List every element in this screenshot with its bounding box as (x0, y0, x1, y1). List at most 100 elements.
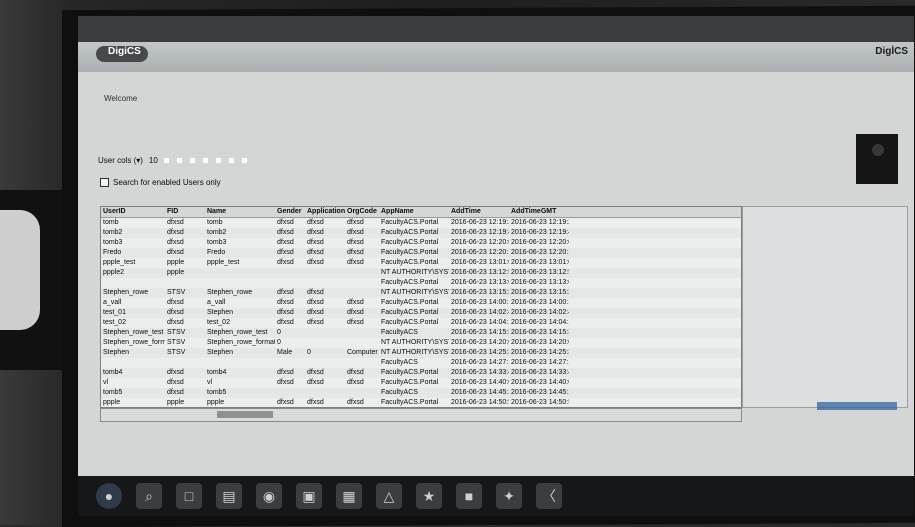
table-row[interactable]: tomb dfxsd tomb dfxsd dfxsd dfxsd FacultyACS.P… (101, 218, 741, 228)
grid-footer (100, 408, 742, 422)
table-cell: dfxsd (167, 309, 184, 316)
column-header[interactable]: OrgCode (345, 207, 379, 217)
search-icon[interactable]: ⌕ (136, 483, 162, 509)
column-header[interactable]: Gender (275, 207, 305, 217)
table-cell: 2016-06-23 12:19:29 (511, 219, 569, 226)
app-icon-7[interactable]: 〈 (536, 483, 562, 509)
table-cell (345, 338, 379, 348)
table-row[interactable]: a_vall dfxsd a_vall dfxsd dfxsd dfxsd FacultyA… (101, 298, 741, 308)
column-header[interactable]: AddTimeGMT (509, 207, 569, 217)
app-icon-4[interactable]: ★ (416, 483, 442, 509)
table-cell: dfxsd (167, 249, 184, 256)
table-cell: dfxsd (277, 219, 294, 226)
table-cell: 2016-06-23 12:19:29 (451, 219, 509, 226)
table-row[interactable]: tomb3 dfxsd tomb3 dfxsd dfxsd dfxsd FacultyACS… (101, 238, 741, 248)
table-cell (345, 328, 379, 338)
table-row[interactable]: Stephen_rowe_formatSTSVStephen_rowe_form… (101, 338, 741, 348)
table-row[interactable]: FacultyACS 2016-06-23 14:27:102016-06-23 … (101, 358, 741, 368)
table-cell (305, 268, 345, 278)
table-cell: dfxsd (347, 219, 364, 226)
table-cell: dfxsd (277, 369, 294, 376)
table-cell: dfxsd (307, 229, 324, 236)
filter-value[interactable]: 10 (149, 156, 158, 165)
browser-icon[interactable]: ◉ (256, 483, 282, 509)
table-cell: dfxsd (347, 379, 364, 386)
table-cell: dfxsd (277, 309, 294, 316)
table-cell: 2016-06-23 14:45:19 (451, 389, 509, 396)
app-icon-2[interactable]: ▦ (336, 483, 362, 509)
column-header[interactable]: AddTime (449, 207, 509, 217)
table-cell: dfxsd (277, 399, 294, 406)
table-cell: 0 (277, 329, 281, 336)
table-cell (305, 278, 345, 288)
table-cell: Stephen_rowe_test (207, 329, 268, 336)
welcome-text: Welcome (104, 94, 138, 103)
column-header[interactable]: Applications (305, 207, 345, 217)
table-cell: 2016-06-23 14:02:45 (511, 309, 569, 316)
table-cell: ppple (207, 399, 225, 406)
table-cell: ppple (167, 399, 185, 406)
table-cell: dfxsd (347, 399, 364, 406)
app-icon-5[interactable]: ■ (456, 483, 482, 509)
table-cell: dfxsd (307, 259, 324, 266)
table-row[interactable]: tomb4 dfxsd tomb4 dfxsd dfxsd dfxsd FacultyACS… (101, 368, 741, 378)
task-view-icon[interactable]: □ (176, 483, 202, 509)
app-icon-6[interactable]: ✦ (496, 483, 522, 509)
column-header[interactable]: Name (205, 207, 275, 217)
enabled-users-label: Search for enabled Users only (113, 178, 221, 187)
users-grid: UserID FID Name Gender Applications OrgCode Ap… (100, 206, 742, 408)
table-cell: FacultyACS.Portal (381, 249, 439, 256)
table-cell: 2016-06-23 14:04:12 (451, 319, 509, 326)
column-header[interactable]: UserID (101, 207, 165, 217)
table-row[interactable]: Stephen STSV Stephen Male 0 Computer NT AUTHOR… (101, 348, 741, 358)
table-cell: tomb (207, 219, 223, 226)
table-row[interactable]: tomb2 dfxsd tomb2 dfxsd dfxsd dfxsd FacultyACS… (101, 228, 741, 238)
table-cell: dfxsd (307, 249, 324, 256)
table-row[interactable]: vl dfxsd vl dfxsd dfxsd dfxsd FacultyACS.Porta… (101, 378, 741, 388)
file-explorer-icon[interactable]: ▤ (216, 483, 242, 509)
table-cell: dfxsd (347, 309, 364, 316)
table-cell: dfxsd (347, 369, 364, 376)
table-cell: 2016-06-23 14:33:42 (451, 369, 509, 376)
table-row[interactable]: ppple2pppleNT AUTHORITY\SYSTEM2016-06-23… (101, 268, 741, 278)
table-row[interactable]: FacultyACS.Portal 2016-06-23 13:13:092016… (101, 278, 741, 288)
app-icon-3[interactable]: △ (376, 483, 402, 509)
table-cell: 2016-06-23 12:19:46 (451, 229, 509, 236)
table-cell: dfxsd (277, 249, 294, 256)
table-cell: ppple (103, 399, 121, 406)
enabled-users-checkbox[interactable] (100, 178, 109, 187)
table-cell: 2016-06-23 12:19:46 (511, 229, 569, 236)
table-row[interactable]: test_02 dfxsd test_02 dfxsd dfxsd dfxsd Facult… (101, 318, 741, 328)
table-cell: dfxsd (277, 319, 294, 326)
start-icon[interactable]: ● (96, 483, 122, 509)
table-row[interactable]: Stephen_rowe_test STSV Stephen_rowe_test 0 F… (101, 328, 741, 338)
table-cell: dfxsd (347, 319, 364, 326)
table-row[interactable]: test_01 dfxsd Stephen dfxsd dfxsd dfxsd Facult… (101, 308, 741, 318)
table-row[interactable]: Stephen_rowe STSV Stephen_rowe dfxsd dfxsd NT… (101, 288, 741, 298)
pager-dots[interactable] (163, 156, 255, 165)
footer-scroll-indicator[interactable] (217, 411, 273, 418)
table-cell: STSV (167, 289, 186, 296)
table-cell: dfxsd (167, 319, 184, 326)
table-cell: dfxsd (277, 289, 294, 296)
table-cell: FacultyACS.Portal (381, 219, 439, 226)
table-cell: Stephen (103, 349, 130, 356)
table-row[interactable]: tomb5 dfxsd tomb5 FacultyACS 2016-06-23 14:4… (101, 388, 741, 398)
table-cell: 2016-06-23 12:20:01 (511, 239, 569, 246)
enabled-users-option[interactable]: Search for enabled Users only (100, 178, 221, 187)
table-cell: tomb2 (103, 229, 123, 236)
table-cell: tomb4 (103, 369, 123, 376)
table-cell: 2016-06-23 14:15:30 (451, 329, 509, 336)
table-row[interactable]: ppple ppple ppple dfxsd dfxsd dfxsd FacultyACS… (101, 398, 741, 408)
table-cell: NT AUTHORITY\SYSTEM (381, 289, 449, 296)
table-row[interactable]: ppple_test ppple ppple_test dfxsd dfxsd dfxsd… (101, 258, 741, 268)
table-cell: FacultyACS.Portal (381, 229, 439, 236)
window-titlebar (78, 16, 914, 42)
column-header[interactable]: FID (165, 207, 205, 217)
table-cell: FacultyACS (381, 329, 418, 336)
app-icon[interactable]: ▣ (296, 483, 322, 509)
column-header[interactable]: AppName (379, 207, 449, 217)
table-cell: dfxsd (307, 309, 324, 316)
table-cell: ppple (167, 259, 185, 266)
table-row[interactable]: Fredo dfxsd Fredo dfxsd dfxsd dfxsd FacultyACS… (101, 248, 741, 258)
